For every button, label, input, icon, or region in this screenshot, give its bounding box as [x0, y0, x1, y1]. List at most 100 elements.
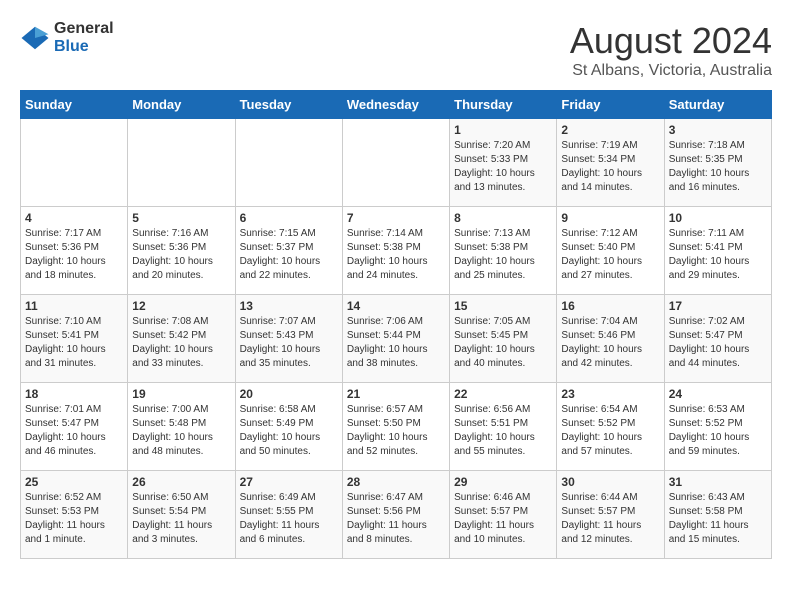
day-info: Sunrise: 6:43 AM Sunset: 5:58 PM Dayligh… [669, 491, 767, 547]
day-number: 28 [347, 475, 445, 489]
day-number: 16 [561, 299, 659, 313]
weekday-header-tuesday: Tuesday [235, 91, 342, 119]
logo-icon [20, 23, 50, 53]
day-info: Sunrise: 7:13 AM Sunset: 5:38 PM Dayligh… [454, 227, 552, 283]
day-number: 3 [669, 123, 767, 137]
logo-blue-text: Blue [54, 38, 114, 56]
calendar-cell: 8 Sunrise: 7:13 AM Sunset: 5:38 PM Daylig… [450, 207, 557, 295]
week-row-4: 18 Sunrise: 7:01 AM Sunset: 5:47 PM Dayli… [21, 383, 772, 471]
calendar-cell: 22Sunrise: 6:56 AM Sunset: 5:51 PM Dayli… [450, 383, 557, 471]
calendar-cell: 2 Sunrise: 7:19 AM Sunset: 5:34 PM Daylig… [557, 119, 664, 207]
page-header: General Blue August 2024 St Albans, Vict… [20, 20, 772, 80]
day-info: Sunrise: 6:52 AM Sunset: 5:53 PM Dayligh… [25, 491, 123, 547]
day-info: Sunrise: 7:06 AM Sunset: 5:44 PM Dayligh… [347, 315, 445, 371]
day-number: 2 [561, 123, 659, 137]
day-number: 14 [347, 299, 445, 313]
day-number: 19 [132, 387, 230, 401]
day-number: 10 [669, 211, 767, 225]
day-info: Sunrise: 7:19 AM Sunset: 5:34 PM Dayligh… [561, 139, 659, 195]
day-info: Sunrise: 6:46 AM Sunset: 5:57 PM Dayligh… [454, 491, 552, 547]
calendar-cell: 1 Sunrise: 7:20 AM Sunset: 5:33 PM Daylig… [450, 119, 557, 207]
day-info: Sunrise: 7:10 AM Sunset: 5:41 PM Dayligh… [25, 315, 123, 371]
day-info: Sunrise: 6:49 AM Sunset: 5:55 PM Dayligh… [240, 491, 338, 547]
day-number: 20 [240, 387, 338, 401]
day-info: Sunrise: 6:54 AM Sunset: 5:52 PM Dayligh… [561, 403, 659, 459]
calendar-cell [342, 119, 449, 207]
day-number: 30 [561, 475, 659, 489]
day-number: 26 [132, 475, 230, 489]
title-block: August 2024 St Albans, Victoria, Austral… [570, 20, 772, 80]
calendar-cell: 9 Sunrise: 7:12 AM Sunset: 5:40 PM Daylig… [557, 207, 664, 295]
day-info: Sunrise: 6:53 AM Sunset: 5:52 PM Dayligh… [669, 403, 767, 459]
weekday-header-row: SundayMondayTuesdayWednesdayThursdayFrid… [21, 91, 772, 119]
day-number: 27 [240, 475, 338, 489]
weekday-header-saturday: Saturday [664, 91, 771, 119]
calendar-cell [128, 119, 235, 207]
calendar-cell [21, 119, 128, 207]
day-number: 4 [25, 211, 123, 225]
calendar-cell: 3 Sunrise: 7:18 AM Sunset: 5:35 PM Daylig… [664, 119, 771, 207]
calendar-cell: 19 Sunrise: 7:00 AM Sunset: 5:48 PM Dayli… [128, 383, 235, 471]
calendar-cell [235, 119, 342, 207]
day-number: 13 [240, 299, 338, 313]
calendar-cell: 14 Sunrise: 7:06 AM Sunset: 5:44 PM Dayli… [342, 295, 449, 383]
day-number: 9 [561, 211, 659, 225]
day-info: Sunrise: 7:02 AM Sunset: 5:47 PM Dayligh… [669, 315, 767, 371]
day-info: Sunrise: 7:08 AM Sunset: 5:42 PM Dayligh… [132, 315, 230, 371]
weekday-header-friday: Friday [557, 91, 664, 119]
logo: General Blue [20, 20, 114, 55]
day-number: 23 [561, 387, 659, 401]
day-info: Sunrise: 7:00 AM Sunset: 5:48 PM Dayligh… [132, 403, 230, 459]
calendar-cell: 15Sunrise: 7:05 AM Sunset: 5:45 PM Dayli… [450, 295, 557, 383]
day-info: Sunrise: 7:17 AM Sunset: 5:36 PM Dayligh… [25, 227, 123, 283]
day-number: 29 [454, 475, 552, 489]
day-info: Sunrise: 7:12 AM Sunset: 5:40 PM Dayligh… [561, 227, 659, 283]
day-info: Sunrise: 7:04 AM Sunset: 5:46 PM Dayligh… [561, 315, 659, 371]
day-info: Sunrise: 6:57 AM Sunset: 5:50 PM Dayligh… [347, 403, 445, 459]
day-info: Sunrise: 6:58 AM Sunset: 5:49 PM Dayligh… [240, 403, 338, 459]
calendar-cell: 16 Sunrise: 7:04 AM Sunset: 5:46 PM Dayli… [557, 295, 664, 383]
day-number: 11 [25, 299, 123, 313]
week-row-3: 11 Sunrise: 7:10 AM Sunset: 5:41 PM Dayli… [21, 295, 772, 383]
day-info: Sunrise: 7:15 AM Sunset: 5:37 PM Dayligh… [240, 227, 338, 283]
month-title: August 2024 [570, 20, 772, 62]
day-number: 6 [240, 211, 338, 225]
calendar-cell: 5Sunrise: 7:16 AM Sunset: 5:36 PM Daylig… [128, 207, 235, 295]
calendar-cell: 18 Sunrise: 7:01 AM Sunset: 5:47 PM Dayli… [21, 383, 128, 471]
calendar-cell: 7Sunrise: 7:14 AM Sunset: 5:38 PM Daylig… [342, 207, 449, 295]
day-number: 31 [669, 475, 767, 489]
day-info: Sunrise: 7:07 AM Sunset: 5:43 PM Dayligh… [240, 315, 338, 371]
calendar-cell: 11 Sunrise: 7:10 AM Sunset: 5:41 PM Dayli… [21, 295, 128, 383]
calendar-cell: 26 Sunrise: 6:50 AM Sunset: 5:54 PM Dayli… [128, 471, 235, 559]
day-number: 8 [454, 211, 552, 225]
day-number: 1 [454, 123, 552, 137]
calendar-cell: 20 Sunrise: 6:58 AM Sunset: 5:49 PM Dayli… [235, 383, 342, 471]
day-info: Sunrise: 7:01 AM Sunset: 5:47 PM Dayligh… [25, 403, 123, 459]
day-info: Sunrise: 6:47 AM Sunset: 5:56 PM Dayligh… [347, 491, 445, 547]
day-number: 21 [347, 387, 445, 401]
calendar-cell: 28 Sunrise: 6:47 AM Sunset: 5:56 PM Dayli… [342, 471, 449, 559]
calendar-cell: 29 Sunrise: 6:46 AM Sunset: 5:57 PM Dayli… [450, 471, 557, 559]
day-info: Sunrise: 7:18 AM Sunset: 5:35 PM Dayligh… [669, 139, 767, 195]
day-number: 12 [132, 299, 230, 313]
calendar-cell: 23 Sunrise: 6:54 AM Sunset: 5:52 PM Dayli… [557, 383, 664, 471]
weekday-header-wednesday: Wednesday [342, 91, 449, 119]
calendar-cell: 13 Sunrise: 7:07 AM Sunset: 5:43 PM Dayli… [235, 295, 342, 383]
calendar-cell: 10Sunrise: 7:11 AM Sunset: 5:41 PM Dayli… [664, 207, 771, 295]
week-row-2: 4 Sunrise: 7:17 AM Sunset: 5:36 PM Daylig… [21, 207, 772, 295]
calendar-table: SundayMondayTuesdayWednesdayThursdayFrid… [20, 90, 772, 559]
day-info: Sunrise: 6:44 AM Sunset: 5:57 PM Dayligh… [561, 491, 659, 547]
day-number: 5 [132, 211, 230, 225]
day-number: 15 [454, 299, 552, 313]
calendar-cell: 31 Sunrise: 6:43 AM Sunset: 5:58 PM Dayli… [664, 471, 771, 559]
day-info: Sunrise: 7:20 AM Sunset: 5:33 PM Dayligh… [454, 139, 552, 195]
weekday-header-sunday: Sunday [21, 91, 128, 119]
day-info: Sunrise: 7:14 AM Sunset: 5:38 PM Dayligh… [347, 227, 445, 283]
day-number: 18 [25, 387, 123, 401]
calendar-cell: 21 Sunrise: 6:57 AM Sunset: 5:50 PM Dayli… [342, 383, 449, 471]
weekday-header-thursday: Thursday [450, 91, 557, 119]
weekday-header-monday: Monday [128, 91, 235, 119]
day-number: 22 [454, 387, 552, 401]
day-info: Sunrise: 6:50 AM Sunset: 5:54 PM Dayligh… [132, 491, 230, 547]
day-number: 25 [25, 475, 123, 489]
